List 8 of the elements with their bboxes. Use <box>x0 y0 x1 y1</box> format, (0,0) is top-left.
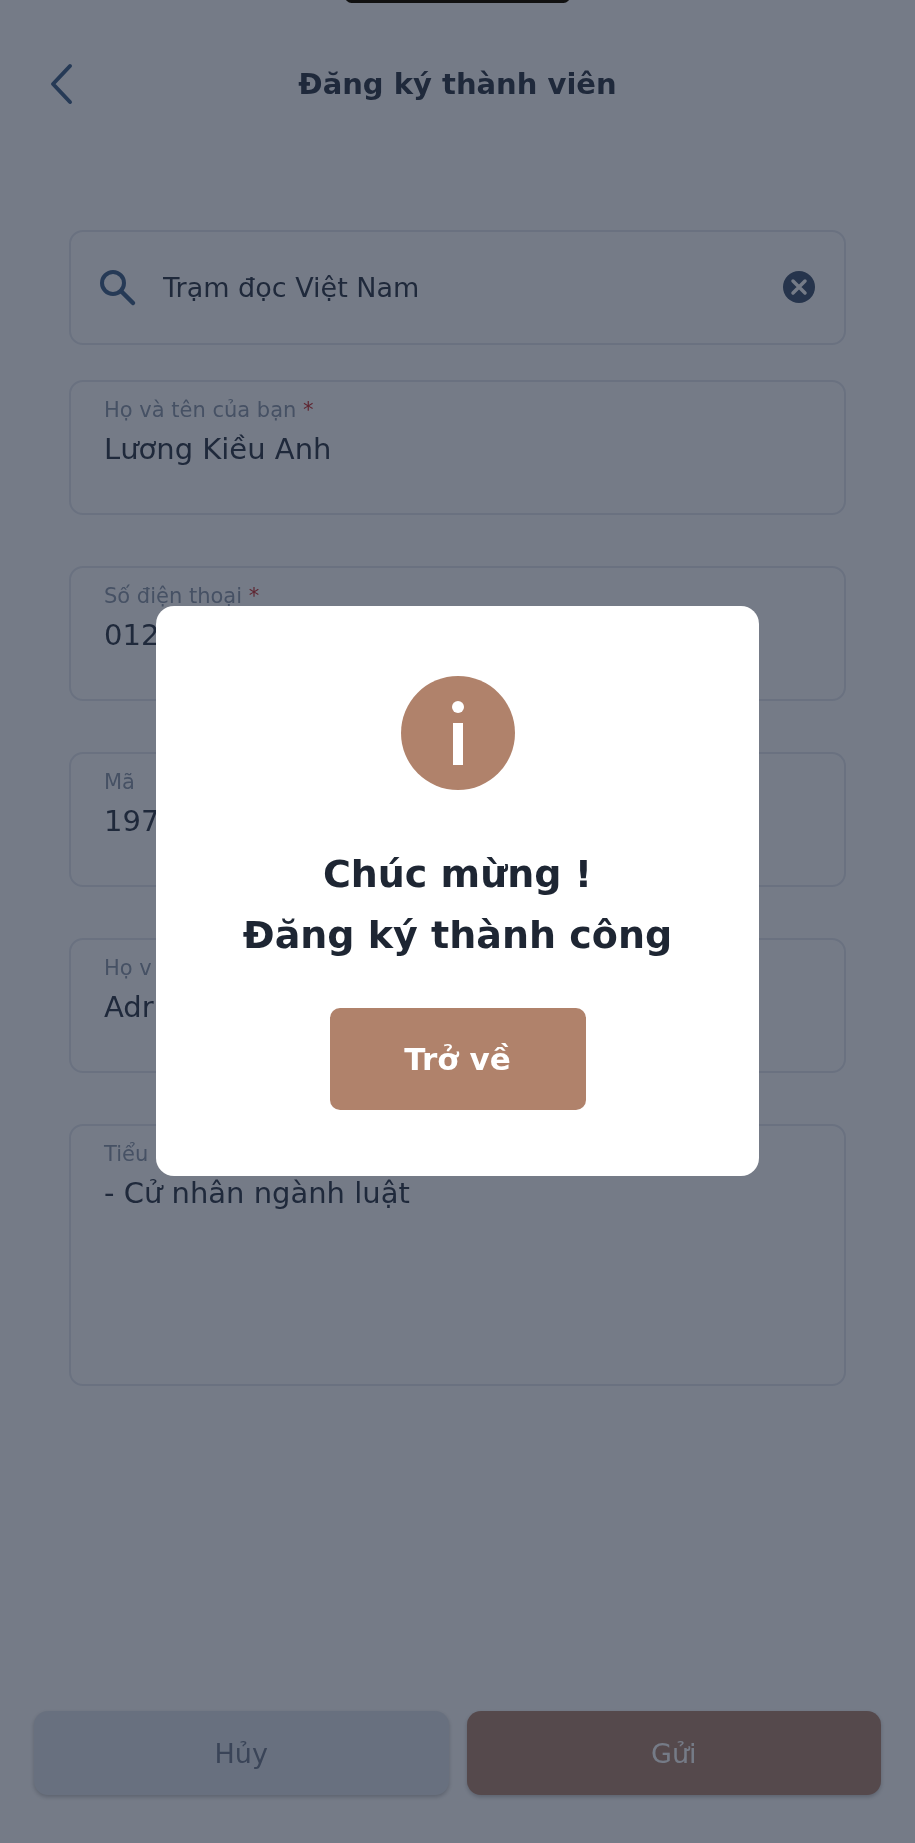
back-icon <box>48 63 74 105</box>
info-icon <box>400 676 515 790</box>
search-icon <box>97 267 137 307</box>
search-field[interactable]: Trạm đọc Việt Nam <box>69 230 846 345</box>
page-title: Đăng ký thành viên <box>298 67 617 101</box>
clear-icon[interactable] <box>782 270 816 304</box>
dialog-message: Chúc mừng ! Đăng ký thành công <box>242 851 673 959</box>
back-button[interactable]: Trở về <box>329 1008 586 1110</box>
